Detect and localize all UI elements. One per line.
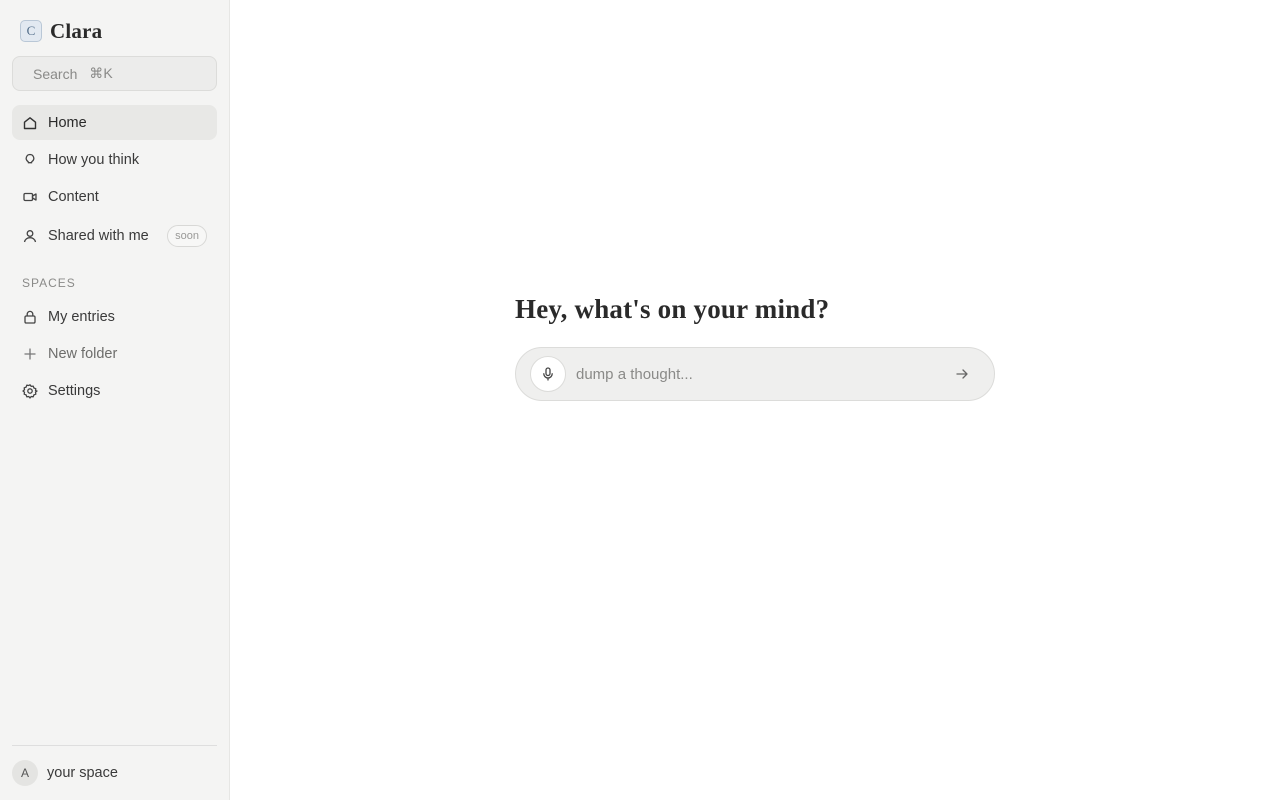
- sidebar-item-content[interactable]: Content: [12, 179, 217, 214]
- brand[interactable]: C Clara: [20, 18, 103, 43]
- sidebar-item-label: Content: [48, 188, 99, 205]
- avatar: A: [12, 760, 38, 786]
- sidebar-item-label: Home: [48, 114, 87, 131]
- sidebar-item-home[interactable]: Home: [12, 105, 217, 140]
- sidebar-item-my-entries[interactable]: My entries: [12, 299, 217, 334]
- greeting-heading: Hey, what's on your mind?: [515, 294, 830, 324]
- sidebar-item-label: Settings: [48, 382, 101, 399]
- video-icon: [22, 189, 38, 205]
- main-area: Hey, what's on your mind?: [230, 0, 1280, 800]
- send-button[interactable]: [947, 359, 977, 389]
- brand-name: Clara: [50, 18, 103, 43]
- user-icon: [22, 228, 38, 244]
- new-folder-button[interactable]: New folder: [12, 336, 217, 371]
- sidebar-item-label: My entries: [48, 308, 115, 325]
- sidebar-item-settings[interactable]: Settings: [12, 373, 217, 408]
- sidebar-item-shared-with-me[interactable]: Shared with me soon: [12, 218, 217, 253]
- sidebar: C Clara Search ⌘K Home How you think Con…: [0, 0, 230, 800]
- sidebar-item-label: New folder: [48, 345, 118, 362]
- gear-icon: [22, 383, 38, 399]
- lock-icon: [22, 309, 38, 325]
- lightbulb-icon: [22, 152, 38, 168]
- plus-icon: [22, 346, 38, 362]
- thought-input[interactable]: [566, 348, 947, 400]
- soon-badge: soon: [167, 225, 207, 247]
- home-icon: [22, 115, 38, 131]
- space-switcher[interactable]: A your space: [12, 745, 217, 800]
- thought-composer: [515, 347, 995, 401]
- sidebar-item-how-you-think[interactable]: How you think: [12, 142, 217, 177]
- microphone-icon: [540, 366, 556, 382]
- sidebar-item-label: Shared with me: [48, 227, 149, 244]
- arrow-right-icon: [954, 366, 970, 382]
- search-shortcut: ⌘K: [89, 65, 113, 81]
- search-button[interactable]: Search ⌘K: [12, 56, 217, 91]
- spaces-section-label: SPACES: [22, 276, 76, 290]
- brand-logo: C: [20, 20, 42, 42]
- space-label: your space: [47, 765, 118, 781]
- sidebar-item-label: How you think: [48, 151, 140, 168]
- search-label: Search: [33, 65, 78, 82]
- mic-button[interactable]: [530, 356, 566, 392]
